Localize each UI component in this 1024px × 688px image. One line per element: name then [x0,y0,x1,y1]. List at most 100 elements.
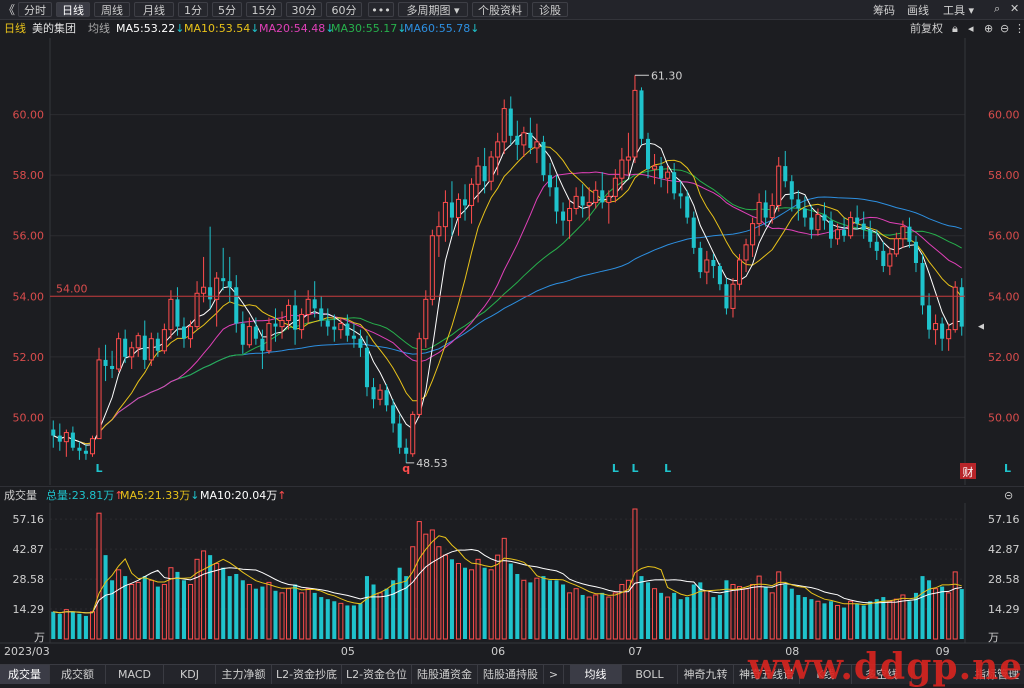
volume-bar [110,580,115,639]
volume-bar [305,588,311,640]
volume-bar [704,590,710,640]
candle-body [704,259,710,273]
price-tick-right: 58.00 [988,169,1020,182]
volume-title[interactable]: 成交量 [4,487,37,504]
volume-tick-left: 14.29 [13,603,45,616]
volume-bar [763,586,768,639]
period-tab-daily[interactable]: 日线 [56,2,90,17]
search-icon[interactable]: ⌕ [994,2,1000,16]
multi-period-dropdown[interactable]: 多周期图 ▾ [398,2,468,17]
volume-bar [580,594,585,639]
candle-body [266,323,272,352]
stock-profile-button[interactable]: 个股资料 [472,2,528,17]
volume-bar [293,584,298,639]
candle-body [848,217,854,237]
candle-body [436,226,442,237]
candle-body [600,190,605,203]
tab-northbound-hold[interactable]: 陆股通持股 [478,665,544,684]
candle-body [659,166,664,179]
tab-main-net[interactable]: 主力净额 [216,665,272,684]
ma-label[interactable]: 均线 [88,20,110,38]
volume-bar [501,537,507,640]
period-tab-1min[interactable]: 1分 [178,2,208,17]
tab-macd[interactable]: MACD [106,665,164,684]
volume-bar [730,583,736,640]
adjust-mode-button[interactable]: 前复权 [910,20,943,38]
candle-body [822,214,827,221]
volume-bar [77,613,82,639]
volume-bar [488,569,494,640]
more-icon[interactable]: ⋮ [1014,20,1024,38]
volume-tick-right: 42.87 [988,543,1020,556]
period-tab-30min[interactable]: 30分 [286,2,322,17]
tab-td9[interactable]: 神奇九转 [678,665,734,684]
chips-button[interactable]: 筹码 [873,2,895,18]
period-tab-15min[interactable]: 15分 [246,2,282,17]
price-axis: 50.00 50.00 52.00 52.00 54.00 54.00 56.00 56.00… [13,109,1020,425]
candle-body [959,287,964,327]
tab-kdj[interactable]: KDJ [164,665,216,684]
volume-chart[interactable]: 57.16 57.16 42.87 42.87 28.58 28.58 14.29 14.29… [0,503,1024,663]
candle-body [913,241,919,263]
candle-body [625,156,631,161]
volume-bar [246,583,252,640]
draw-line-button[interactable]: 画线 [907,2,929,18]
tab-l2-position[interactable]: L2-资金仓位 [342,665,412,684]
volume-bar [959,589,964,639]
volume-bar [802,597,807,639]
volume-total: 总量:23.81万↑ [46,489,124,502]
tab-ma[interactable]: 均线 [570,665,622,684]
tab-volume[interactable]: 成交量 [0,665,50,684]
tabs-scroll-right-icon[interactable]: > [544,665,564,684]
more-periods-button[interactable]: ••• [368,2,394,17]
candle-body [612,177,618,197]
period-tab-5min[interactable]: 5分 [212,2,242,17]
tab-l2-bottom[interactable]: L2-资金抄底 [272,665,342,684]
volume-bar [600,592,605,639]
tab-northbound-flow[interactable]: 陆股通资金 [412,665,478,684]
tab-turnover[interactable]: 成交额 [50,665,106,684]
candle-body [573,195,579,209]
period-tab-weekly[interactable]: 周线 [94,2,130,17]
candle-body [678,193,683,197]
volume-bar [868,601,873,639]
volume-bar [920,576,925,639]
diagnose-button[interactable]: 诊股 [532,2,568,17]
candle-body [619,159,625,179]
candle-body [293,305,298,330]
volume-bar [665,596,671,640]
candle-body [364,347,370,388]
candle-body [756,201,762,225]
price-grid [49,38,966,485]
candle-body [312,299,317,309]
candle-body [168,298,174,331]
period-tab-fenshi[interactable]: 分时 [18,2,52,17]
volume-bar [783,584,788,639]
volume-bar [345,605,350,639]
volume-bar [743,588,749,640]
volume-bar [573,588,579,640]
volume-bar [455,563,462,640]
price-tick-right: 60.00 [988,109,1020,122]
candle-body [809,217,814,230]
candlestick-chart[interactable]: 50.00 50.00 52.00 52.00 54.00 54.00 56.00 56.00… [0,38,1024,485]
volume-bar [736,586,743,640]
volume-header: 成交量 总量:23.81万↑ MA5:21.33万↓ MA10:20.04万↑ … [0,486,1024,504]
period-tab-60min[interactable]: 60分 [326,2,362,17]
back-icon[interactable]: 《 [3,1,15,18]
volume-bar [57,613,62,639]
candle-body [63,432,69,443]
volume-settings-icon[interactable]: ⊝ [1004,487,1013,504]
period-tab-monthly[interactable]: 月线 [134,2,174,17]
tab-boll[interactable]: BOLL [622,665,678,684]
candle-body [769,204,775,219]
zoom-in-icon[interactable]: ⊕ [984,20,993,38]
close-icon[interactable]: ✕ [1010,2,1019,15]
volume-bar [116,569,122,640]
zoom-out-icon[interactable]: ⊖ [1000,20,1009,38]
candle-body [691,217,696,248]
volume-bar [449,559,454,639]
lock-icon[interactable]: 🔒︎ [952,20,958,38]
prev-icon[interactable]: ◂ [968,20,974,38]
tools-dropdown[interactable]: 工具 ▾ [943,2,974,18]
